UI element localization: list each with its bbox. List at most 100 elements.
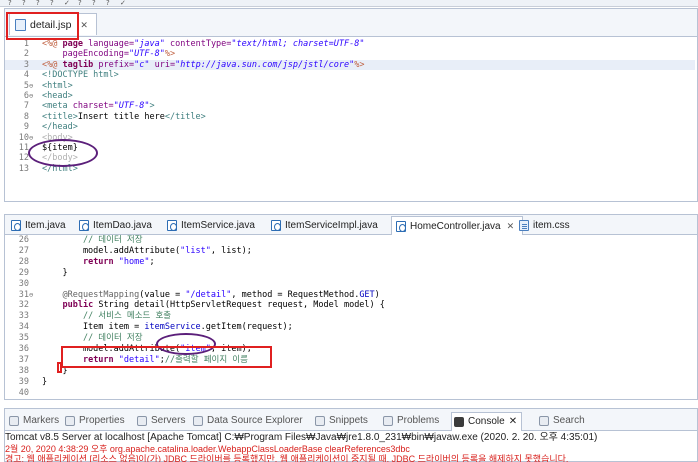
tab-itemserviceimpl-java[interactable]: ItemServiceImpl.java [267,216,386,235]
java-line-33[interactable]: 33 // 서비스 메소드 호출 [5,311,695,321]
fold-toggle-icon[interactable]: ⊖ [29,290,37,300]
code-text: model.addAttribute("list", list); [42,245,252,256]
line-number: 37 [18,354,29,365]
java-line-26[interactable]: 26 // 데이터 저장 [5,235,695,245]
code-text: // 데이터 저장 [82,235,143,245]
java-line-39[interactable]: 39} [5,377,695,387]
annotation-red-box-line38 [57,362,62,373]
java-line-29[interactable]: 29 } [5,268,695,278]
jsp-line-2[interactable]: 2 pageEncoding="UTF-8"%> [5,49,695,59]
fold-toggle-icon[interactable]: ⊖ [29,81,37,91]
tab-console[interactable]: Console ✕ [451,412,523,431]
jsp-line-7[interactable]: 7 <meta charset="UTF-8"> [5,101,695,111]
properties-icon [65,416,75,426]
line-number: 6 [23,91,29,101]
toolbar-button[interactable]: ? [92,0,96,6]
java-line-27[interactable]: 27 model.addAttribute("list", list); [5,246,695,256]
tab-search[interactable]: Search [537,414,585,430]
jsp-line-11[interactable]: 11 ${item} [5,143,695,153]
jsp-line-9[interactable]: 9 </head> [5,122,695,132]
tab-label: Snippets [329,415,368,426]
close-icon[interactable]: ✕ [80,14,88,36]
jsp-line-3[interactable]: 3 <%@ taglib prefix="c" uri="http://java.… [5,59,695,71]
java-line-31[interactable]: 31⊖ @RequestMapping(value = "/detail", m… [5,290,695,300]
line-number: 7 [23,101,29,112]
code-text: // 데이터 저장 [82,333,143,344]
line-number: 11 [18,143,29,153]
main-toolbar: ???? ✓??? ✓ [0,0,698,7]
console-icon [454,417,464,427]
toolbar-button[interactable]: ? [78,0,82,6]
tab-label: Item.java [25,220,66,231]
code-text: } [42,267,68,278]
jsp-editor: detail.jsp ✕ 1 <%@ page language="java" c… [4,8,698,202]
line-number: 34 [18,322,29,333]
jsp-line-12[interactable]: 12 </body> [5,153,695,163]
java-file-icon [271,220,281,231]
tab-item-java[interactable]: Item.java [7,216,74,235]
tab-label: ItemDao.java [93,220,152,231]
jsp-line-1[interactable]: 1 <%@ page language="java" contentType="t… [5,39,695,49]
code-text: <title>Insert title here</title> [42,111,206,122]
line-number: 40 [18,387,29,398]
tab-label: ItemServiceImpl.java [285,220,378,231]
line-number: 36 [18,344,29,354]
line-number: 4 [23,70,29,81]
toolbar-button[interactable]: ? [8,0,12,6]
tab-homecontroller-java[interactable]: HomeController.java ✕ [391,216,524,236]
jsp-line-5[interactable]: 5⊖ <html> [5,81,695,91]
toolbar-button[interactable]: ? [22,0,26,6]
java-line-34[interactable]: 34 Item item = itemService.getItem(reque… [5,322,695,332]
annotation-purple-ellipse-item [28,139,98,167]
line-number: 10 [18,132,29,143]
annotation-red-box-return [61,346,272,368]
jsp-line-4[interactable]: 4 <!DOCTYPE html> [5,70,695,80]
java-line-28[interactable]: 28 return "home"; [5,257,695,267]
java-line-30[interactable]: 30 [5,279,695,289]
java-line-40[interactable]: 40 [5,388,695,398]
code-text: public String detail(HttpServletRequest … [62,300,385,311]
toolbar-button[interactable]: ? [36,0,40,6]
fold-toggle-icon[interactable]: ⊖ [29,91,37,101]
code-text: return "home"; [82,256,155,267]
line-number: 28 [18,256,29,267]
tab-problems[interactable]: Problems [381,414,439,430]
line-number: 26 [18,235,29,245]
java-code-area[interactable]: 26 // 데이터 저장 27 model.addAttribute("list"… [5,235,697,399]
java-file-icon [11,220,21,231]
jsp-code-area[interactable]: 1 <%@ page language="java" contentType="t… [5,37,697,201]
tab-label: Search [553,415,585,426]
line-number: 33 [18,311,29,322]
tab-itemservice-java[interactable]: ItemService.java [163,216,263,235]
tab-item-css[interactable]: item.css [515,216,578,235]
code-text: <%@ page language="java" contentType="te… [42,39,365,49]
line-number: 9 [23,122,29,133]
jsp-line-10[interactable]: 10⊖ <body> [5,133,695,143]
tab-markers[interactable]: Markers [7,414,59,430]
toolbar-button[interactable]: ? [50,0,54,6]
close-icon[interactable]: ✕ [509,416,517,427]
toolbar-button[interactable]: ? [106,0,110,6]
jsp-line-13[interactable]: 13 </html> [5,164,695,174]
fold-toggle-icon[interactable]: ⊖ [29,133,37,143]
code-text: } [42,376,48,387]
jsp-line-6[interactable]: 6⊖ <head> [5,91,695,101]
line-number: 1 [23,39,29,49]
tab-snippets[interactable]: Snippets [313,414,368,430]
jsp-line-8[interactable]: 8 <title>Insert title here</title> [5,112,695,122]
line-number: 38 [18,365,29,376]
tab-itemdao-java[interactable]: ItemDao.java [75,216,160,235]
console-title: Tomcat v8.5 Server at localhost [Apache … [5,432,598,443]
close-icon[interactable]: ✕ [507,217,515,236]
tab-data-source-explorer[interactable]: Data Source Explorer [191,414,303,430]
toolbar-button[interactable]: ✓ [64,0,70,6]
tab-properties[interactable]: Properties [63,414,125,430]
tab-label: HomeController.java [410,221,501,232]
toolbar-button[interactable]: ✓ [120,0,126,6]
tab-label: ItemService.java [181,220,255,231]
java-line-32[interactable]: 32 public String detail(HttpServletReque… [5,300,695,310]
console-line: 경고: 웹 애플리케이션 [리소스 없음]이(가) JDBC 드라이버를 등록했… [5,454,569,462]
java-line-35[interactable]: 35 // 데이터 저장 [5,333,695,343]
console-line: 2월 20, 2020 4:38:29 오후 org.apache.catali… [5,444,410,454]
tab-servers[interactable]: Servers [135,414,185,430]
